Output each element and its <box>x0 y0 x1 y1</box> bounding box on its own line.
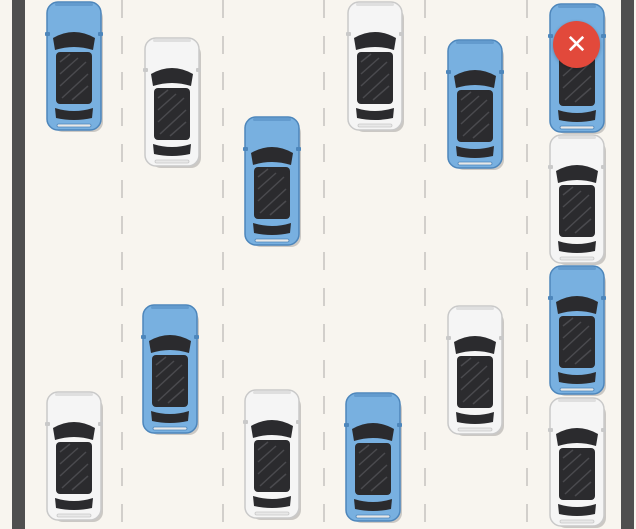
blue-car[interactable] <box>548 265 606 396</box>
white-car[interactable] <box>548 134 606 265</box>
blue-car[interactable] <box>446 39 504 170</box>
lane-divider <box>323 0 325 529</box>
white-car[interactable] <box>548 397 606 528</box>
close-icon: ✕ <box>565 29 588 60</box>
lane-divider <box>526 0 528 529</box>
blue-car[interactable] <box>344 392 402 523</box>
lane-divider <box>222 0 224 529</box>
close-button[interactable]: ✕ <box>553 21 600 68</box>
lane-divider <box>424 0 426 529</box>
game-board: ✕ <box>0 0 636 529</box>
lane-divider <box>121 0 123 529</box>
road-curb-left <box>12 0 25 529</box>
white-car[interactable] <box>143 37 201 168</box>
white-car[interactable] <box>45 391 103 522</box>
blue-car[interactable] <box>141 304 199 435</box>
white-car[interactable] <box>446 305 504 436</box>
white-car[interactable] <box>243 389 301 520</box>
blue-car[interactable] <box>45 1 103 132</box>
white-car[interactable] <box>346 1 404 132</box>
road-curb-right <box>621 0 634 529</box>
blue-car[interactable] <box>243 116 301 247</box>
